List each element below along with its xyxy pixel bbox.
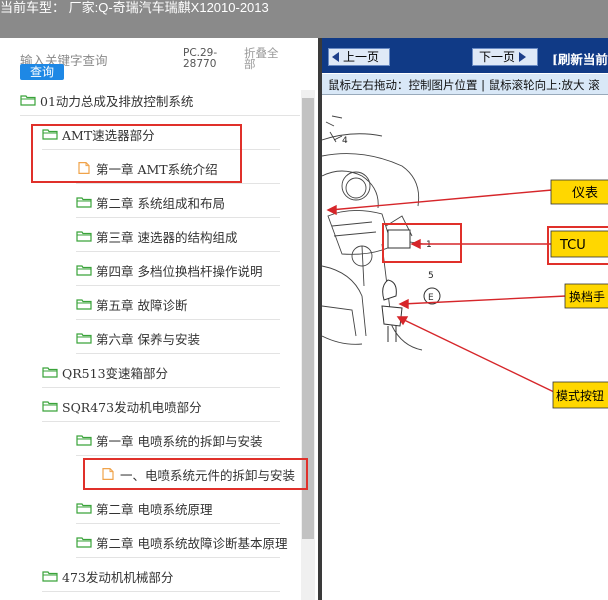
tree-item[interactable]: QR513变速箱部分 [42,357,280,388]
tree-item-label: 第五章 故障诊断 [96,297,188,313]
tree-item-label: 第二章 电喷系统原理 [96,501,213,517]
hint-text: 鼠标左右拖动：控制图片位置 | 鼠标滚轮向上:放大 滚 [328,78,600,92]
callout-arrows [326,189,567,393]
next-page-button[interactable]: 下一页 [472,48,538,66]
tree-item-label: 01动力总成及排放控制系统 [40,93,194,109]
pc-code: PC.29- 28770 [183,48,217,70]
left-arrow-icon [332,52,339,62]
folder-open-icon [76,536,96,548]
folder-open-icon [20,94,40,106]
label-number-5: 5 [428,271,434,281]
folder-open-icon [42,400,62,412]
prev-page-label: 上一页 [343,50,380,64]
title-bar: 当前车型： 厂家:Q-奇瑞汽车瑞麒X12010-2013 [0,0,608,38]
tree-item-label: 第一章 电喷系统的拆卸与安装 [96,433,263,449]
callout-shift-handle: 换档手 [569,290,605,304]
tree-item-label: 第二章 系统组成和布局 [96,195,225,211]
tree-item[interactable]: 第六章 保养与安装 [76,323,280,354]
hint-bar: 鼠标左右拖动：控制图片位置 | 鼠标滚轮向上:放大 滚 [322,74,608,95]
tree-item-label: 473发动机机械部分 [62,569,174,585]
tree-item[interactable]: 第二章 系统组成和布局 [76,187,280,218]
tree-item[interactable]: 01动力总成及排放控制系统 [20,85,300,116]
tree-item[interactable]: 第四章 多档位换档杆操作说明 [76,255,280,286]
folder-open-icon [76,298,96,310]
tree-item[interactable]: 第五章 故障诊断 [76,289,280,320]
shifter-drawing [381,279,403,342]
tree-item-label: 第三章 速选器的结构组成 [96,229,238,245]
refresh-link[interactable]: [刷新当前 [552,49,608,68]
tree-item-label: 第四章 多档位换档杆操作说明 [96,263,263,279]
highlight-box-amt [31,124,242,183]
label-number-4: 4 [342,136,348,146]
current-model-text: 当前车型： 厂家:Q-奇瑞汽车瑞麒X12010-2013 [0,0,269,15]
folder-open-icon [76,502,96,514]
tree-item-label: 第六章 保养与安装 [96,331,200,347]
callout-mode-button: 模式按钮 [556,388,604,403]
pc-code-line2: 28770 [183,58,217,70]
prev-page-button[interactable]: 上一页 [328,48,390,66]
folder-open-icon [76,434,96,446]
folder-open-icon [76,332,96,344]
folder-open-icon [42,570,62,582]
folder-open-icon [42,366,62,378]
tree-item[interactable]: SQR473发动机电喷部分 [42,391,280,422]
tree-item[interactable]: 第二章 电喷系统原理 [76,493,280,524]
tree-item[interactable]: 第二章 电喷系统故障诊断基本原理 [76,527,287,558]
tree-item-label: QR513变速箱部分 [62,365,169,381]
svg-text:E: E [428,293,434,303]
tree-item[interactable]: 第一章 电喷系统的拆卸与安装 [76,425,280,456]
tcu-unit [387,229,411,249]
folder-open-icon [76,196,96,208]
amt-layout-diagram[interactable]: E 4 1 5 仪表 TCU 换档手 模式按钮 [322,96,608,600]
tree-item[interactable]: 第三章 速选器的结构组成 [76,221,280,252]
tree-item-label: 第二章 电喷系统故障诊断基本原理 [96,535,288,551]
navigation-panel: 输入关键字查询 查询 PC.29- 28770 折叠全部 01动力总成及排放控制… [0,38,318,600]
callout-dashboard: 仪表 [572,186,598,201]
tree-item-label: SQR473发动机电喷部分 [62,399,202,415]
folder-open-icon [76,230,96,242]
right-arrow-icon [519,52,527,62]
folder-open-icon [76,264,96,276]
callout-tcu: TCU [559,238,586,253]
label-number-1: 1 [426,240,432,250]
next-page-label: 下一页 [479,50,516,64]
fold-all-button[interactable]: 折叠全部 [244,47,288,70]
query-button[interactable]: 查询 [20,64,64,80]
tree-item[interactable]: 473发动机机械部分 [42,561,280,592]
page-nav-bar: 上一页 下一页 [刷新当前 [322,38,608,73]
highlight-box-ecu-removal [83,458,308,490]
viewer-panel: 上一页 下一页 [刷新当前 鼠标左右拖动：控制图片位置 | 鼠标滚轮向上:放大 … [322,38,608,600]
